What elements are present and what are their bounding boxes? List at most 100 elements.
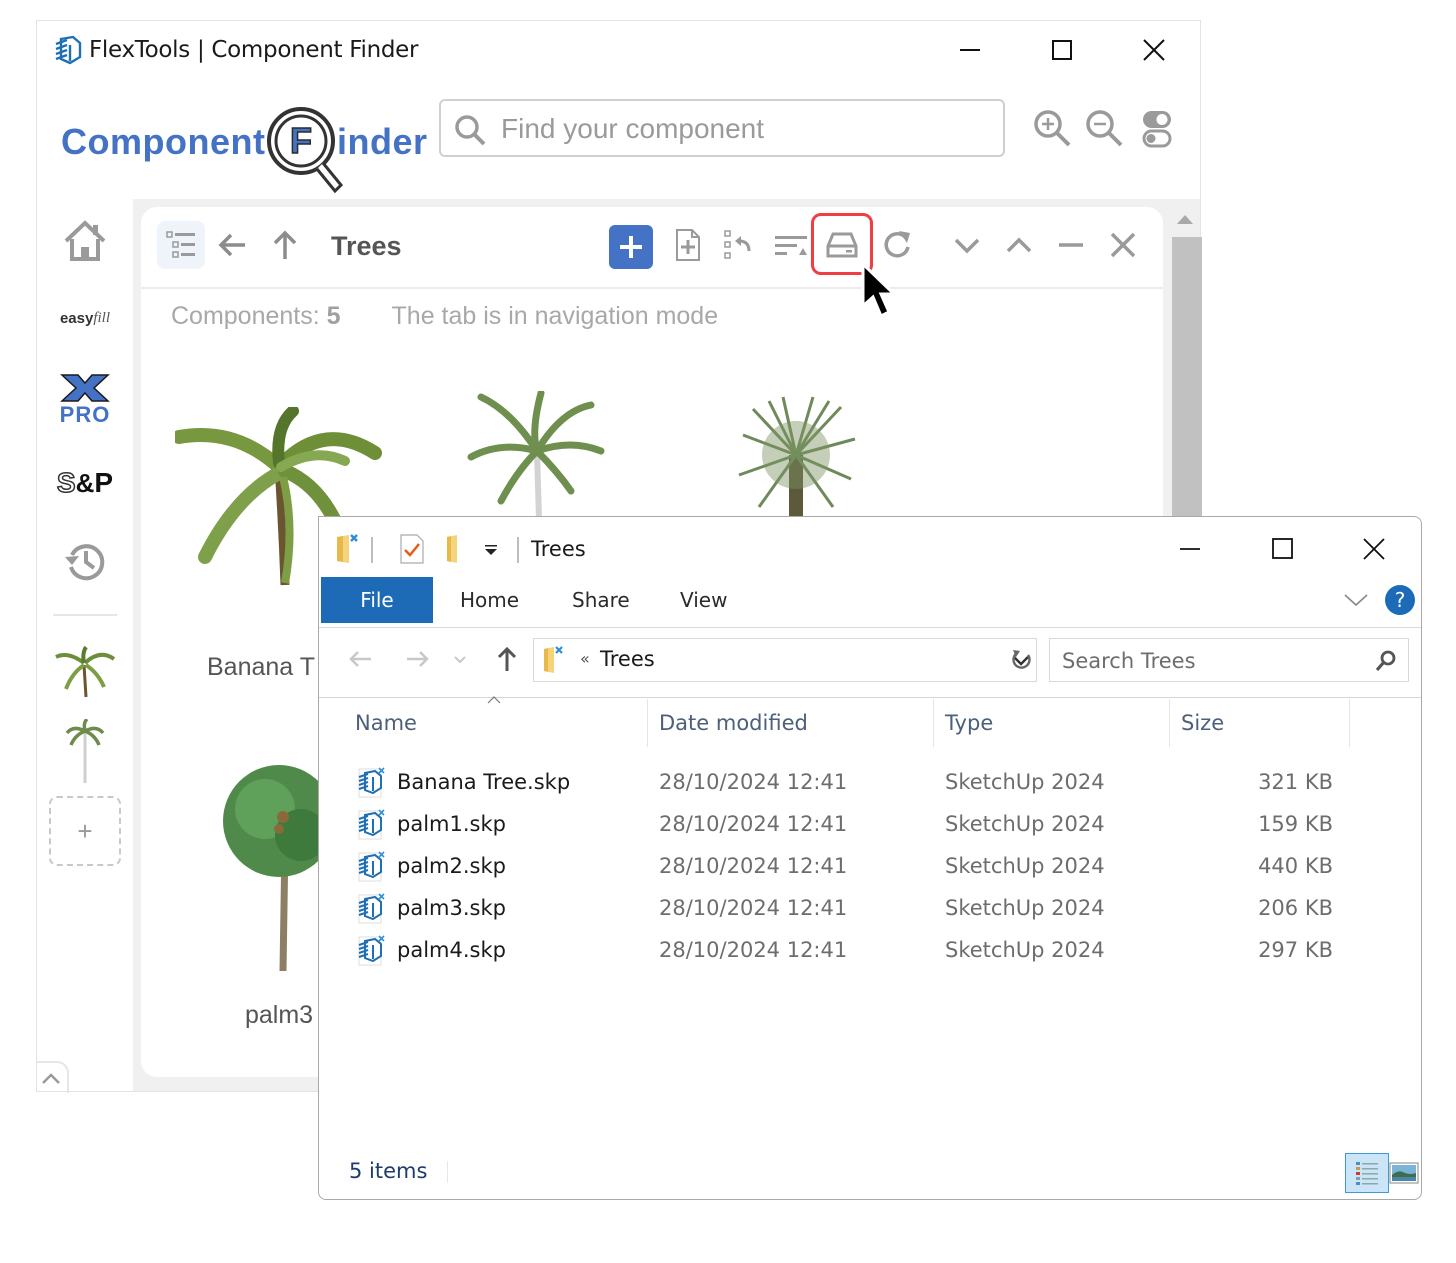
zoom-out-button[interactable]: [1083, 107, 1127, 151]
tab-home[interactable]: Home: [460, 577, 519, 623]
nav-forward-button[interactable]: [399, 641, 435, 677]
close-tab-button[interactable]: [1099, 221, 1147, 269]
logo-text-inder: inder: [337, 121, 428, 162]
column-divider[interactable]: [933, 699, 934, 747]
sidebar-item-x-pro[interactable]: PRO: [49, 369, 121, 433]
maximize-button[interactable]: [1039, 33, 1085, 67]
item-count: 5 items: [349, 1159, 428, 1183]
expand-ribbon-icon[interactable]: [1343, 589, 1369, 611]
component-search-input[interactable]: [499, 107, 993, 151]
palm1-image: [467, 389, 605, 520]
hard-drive-icon: [826, 232, 858, 258]
minimize-tab-button[interactable]: [1047, 221, 1095, 269]
explorer-search-input[interactable]: [1060, 645, 1364, 677]
chevron-up-icon: [42, 1073, 60, 1084]
toggle-icon: [1142, 111, 1172, 148]
new-file-button[interactable]: [663, 221, 711, 269]
logo-letter-f: F: [290, 120, 312, 161]
explorer-close-button[interactable]: [1351, 531, 1397, 567]
minimize-button[interactable]: [947, 33, 993, 67]
palm2-image: [738, 396, 856, 525]
qat-separator: [371, 537, 373, 563]
large-icons-view-icon[interactable]: [1389, 1161, 1419, 1185]
folder-pin-icon[interactable]: [333, 531, 365, 565]
nav-back-button[interactable]: [343, 641, 379, 677]
refresh-icon: [884, 231, 910, 258]
collapse-up-button[interactable]: [995, 221, 1043, 269]
component-thumbnail-palm1[interactable]: [461, 389, 611, 521]
sidebar-item-easyfill[interactable]: easy fill: [49, 303, 121, 333]
sidebar-favorite-palm1[interactable]: [49, 719, 121, 785]
explorer-maximize-button[interactable]: [1259, 531, 1305, 567]
up-button[interactable]: [261, 221, 309, 269]
banana-tree-thumbnail-icon: [55, 645, 116, 698]
component-search[interactable]: [439, 99, 1005, 157]
file-row[interactable]: palm1.skp 28/10/2024 12:41 SketchUp 2024 15…: [349, 807, 1379, 847]
explorer-search-box[interactable]: [1049, 638, 1409, 682]
close-icon: [1110, 232, 1136, 258]
logo-text-component: Component: [61, 121, 266, 162]
breadcrumb-overflow[interactable]: «: [580, 649, 590, 668]
details-view-button[interactable]: [1345, 1153, 1389, 1193]
column-divider[interactable]: [1169, 699, 1170, 747]
file-row[interactable]: palm4.skp 28/10/2024 12:41 SketchUp 2024 29…: [349, 933, 1379, 973]
recent-locations-button[interactable]: [449, 641, 471, 677]
sidebar-item-s-and-p[interactable]: S & P: [49, 463, 121, 503]
new-folder-icon[interactable]: [441, 531, 473, 565]
component-thumbnail-palm2[interactable]: [733, 395, 863, 525]
panel-status: Components: 5 The tab is in navigation m…: [171, 302, 718, 331]
file-row[interactable]: Banana Tree.skp 28/10/2024 12:41 SketchUp …: [349, 765, 1379, 805]
tab-share[interactable]: Share: [572, 577, 630, 623]
panel-scrollbar[interactable]: [1169, 207, 1202, 537]
file-row[interactable]: palm3.skp 28/10/2024 12:41 SketchUp 2024 20…: [349, 891, 1379, 931]
nav-up-button[interactable]: [489, 641, 525, 677]
sidebar-item-history[interactable]: [49, 537, 121, 585]
x-logo-icon: [60, 374, 110, 402]
arrow-left-icon: [349, 651, 371, 667]
sidebar-collapse-button[interactable]: [37, 1061, 69, 1093]
drive-button[interactable]: [811, 213, 873, 275]
properties-icon[interactable]: [397, 531, 429, 565]
file-type: SketchUp 2024: [945, 938, 1105, 962]
tab-file[interactable]: File: [321, 577, 433, 623]
add-favorite-button[interactable]: +: [49, 796, 121, 866]
column-header-date[interactable]: Date modified: [659, 699, 808, 747]
details-view-icon: [1356, 1162, 1378, 1185]
import-button[interactable]: [715, 221, 763, 269]
sketchup-file-icon: [358, 935, 385, 966]
plus-icon: [620, 236, 642, 258]
layout-toggle-button[interactable]: [157, 221, 205, 269]
scroll-up-arrow[interactable]: [1177, 215, 1193, 224]
customize-qat-icon[interactable]: [481, 531, 503, 565]
address-bar[interactable]: « Trees: [533, 638, 1037, 682]
column-header-name[interactable]: Name: [355, 699, 417, 747]
sidebar-favorite-banana-tree[interactable]: [49, 643, 121, 701]
sketchup-logo-icon: [55, 35, 82, 65]
sidebar-item-home[interactable]: [49, 217, 121, 265]
column-header-size[interactable]: Size: [1181, 699, 1224, 747]
sketchup-file-icon: [358, 851, 385, 882]
help-button[interactable]: ?: [1385, 585, 1415, 615]
settings-toggle-button[interactable]: [1135, 107, 1179, 151]
column-divider[interactable]: [647, 699, 648, 747]
add-component-button[interactable]: [609, 225, 653, 269]
back-button[interactable]: [209, 221, 257, 269]
file-row[interactable]: palm2.skp 28/10/2024 12:41 SketchUp 2024 44…: [349, 849, 1379, 889]
scroll-thumb[interactable]: [1172, 237, 1202, 537]
breadcrumb-trees[interactable]: Trees: [600, 647, 655, 671]
explorer-minimize-button[interactable]: [1167, 531, 1213, 567]
sort-button[interactable]: [767, 221, 815, 269]
history-icon: [65, 544, 105, 581]
file-date: 28/10/2024 12:41: [659, 770, 848, 794]
column-headers: Name Date modified Type Size: [319, 699, 1421, 747]
tab-view[interactable]: View: [680, 577, 727, 623]
easyfill-label: easy: [59, 309, 94, 327]
refresh-icon[interactable]: [1009, 647, 1035, 673]
refresh-button[interactable]: [873, 221, 921, 269]
zoom-in-button[interactable]: [1031, 107, 1075, 151]
file-type: SketchUp 2024: [945, 854, 1105, 878]
close-button[interactable]: [1131, 33, 1177, 67]
collapse-down-button[interactable]: [943, 221, 991, 269]
column-header-type[interactable]: Type: [945, 699, 993, 747]
column-divider[interactable]: [1349, 699, 1350, 747]
